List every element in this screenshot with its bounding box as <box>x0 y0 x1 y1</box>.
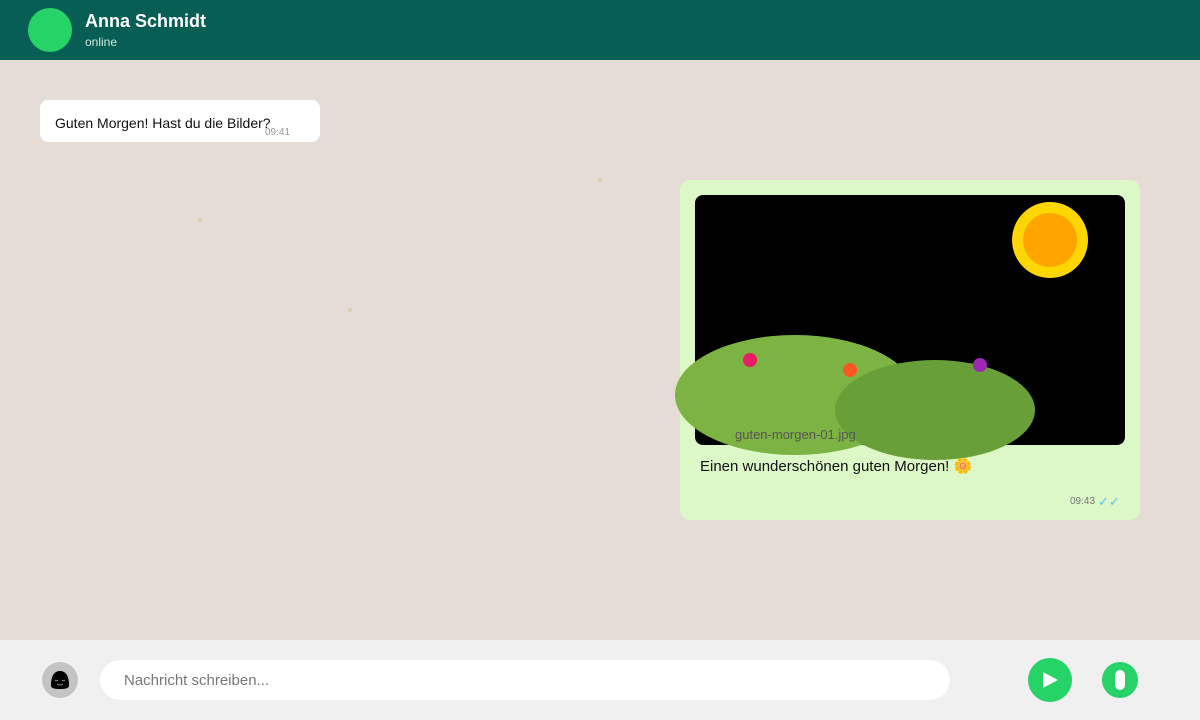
double-check-icon: ✓✓ <box>1098 494 1120 509</box>
contact-name[interactable]: Anna Schmidt <box>85 11 206 32</box>
chat-area[interactable]: Guten Morgen! Hast du die Bilder? 09:41 … <box>0 60 1200 640</box>
message-time: 09:43 <box>1070 496 1096 507</box>
microphone-button[interactable] <box>1102 662 1138 698</box>
image-filename: guten-morgen-01.jpg <box>735 427 856 442</box>
chat-header: Anna Schmidt online <box>0 0 1200 60</box>
image-sun-core <box>1023 213 1077 267</box>
image-flower <box>743 353 757 367</box>
avatar[interactable] <box>28 8 72 52</box>
contact-status: online <box>85 35 118 49</box>
image-flower <box>973 358 987 372</box>
image-hill <box>835 360 1035 460</box>
message-caption: Einen wunderschönen guten Morgen! 🌼 <box>700 458 973 475</box>
incoming-message[interactable]: Guten Morgen! Hast du die Bilder? 09:41 <box>40 100 320 142</box>
send-button[interactable] <box>1028 658 1072 702</box>
image-attachment[interactable]: guten-morgen-01.jpg <box>675 195 1125 460</box>
emoji-button[interactable] <box>42 662 78 698</box>
send-icon <box>1043 672 1058 688</box>
wallpaper-dot <box>198 218 202 222</box>
wallpaper-dot <box>348 308 352 312</box>
message-text: Guten Morgen! Hast du die Bilder? <box>55 115 271 131</box>
wallpaper-dot <box>598 178 602 182</box>
image-flower <box>843 363 857 377</box>
image-sun <box>1012 202 1088 278</box>
message-input[interactable] <box>100 660 950 700</box>
outgoing-message[interactable]: guten-morgen-01.jpg Einen wunderschönen … <box>675 180 1140 520</box>
message-time: 09:41 <box>265 127 291 138</box>
microphone-icon <box>1115 670 1125 690</box>
compose-bar <box>0 640 1200 720</box>
emoji-icon <box>51 671 69 689</box>
